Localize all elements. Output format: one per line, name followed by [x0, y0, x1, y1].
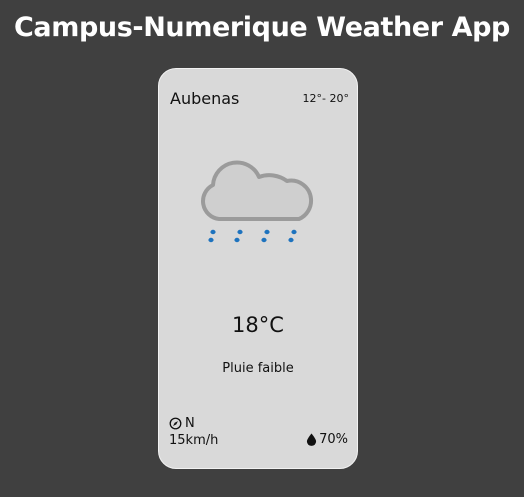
current-temperature: 18°C [232, 313, 284, 337]
wind-direction: N [185, 416, 195, 431]
raindrop [288, 237, 294, 243]
weather-card: Aubenas 12°- 20° 18°C Pluie faible N 15k… [158, 68, 358, 469]
light-rain-cloud-icon [201, 160, 314, 243]
cloud-shape [201, 160, 314, 221]
temperature-range: 12°- 20° [302, 92, 349, 105]
city-name: Aubenas [170, 89, 240, 108]
humidity-value: 70% [319, 432, 348, 447]
raindrop [261, 237, 267, 243]
raindrop [208, 237, 214, 243]
weather-description: Pluie faible [222, 361, 294, 376]
wind-info: N 15km/h [169, 415, 218, 449]
raindrop [210, 229, 216, 235]
raindrop [291, 229, 297, 235]
wind-direction-row: N [169, 415, 218, 432]
raindrop [237, 229, 243, 235]
wind-speed: 15km/h [169, 433, 219, 448]
raindrop [234, 237, 240, 243]
raindrop [264, 229, 270, 235]
app-title: Campus-Numerique Weather App [14, 12, 510, 43]
water-drop-icon [307, 433, 317, 446]
humidity-info: 70% [306, 431, 348, 448]
compass-icon [169, 417, 182, 430]
